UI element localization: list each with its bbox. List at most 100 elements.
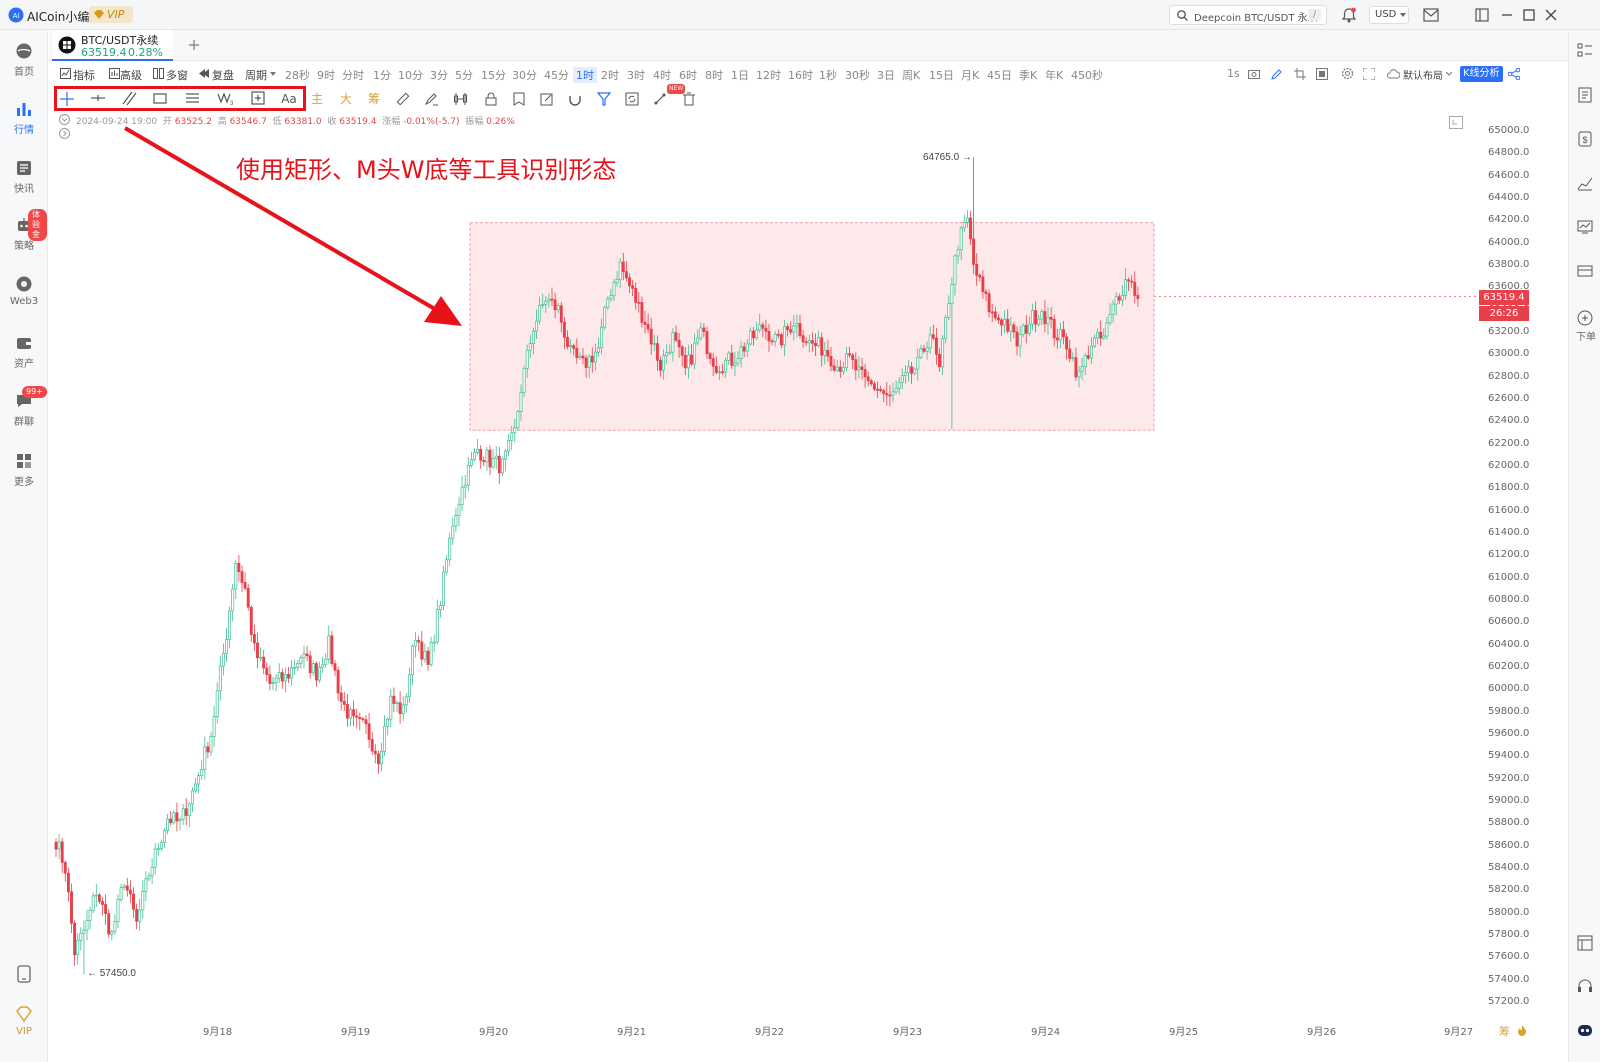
candle-up [593, 351, 597, 363]
candle-down [252, 634, 256, 644]
candle-down [97, 894, 101, 902]
candle-up [745, 343, 749, 352]
y-tick-label: 57800.0 [1488, 929, 1530, 940]
candle-up [525, 349, 529, 369]
candle-up [401, 704, 405, 714]
candle-up [231, 588, 235, 612]
candle-up [212, 716, 216, 737]
candle-up [1003, 318, 1007, 326]
candle-up [454, 515, 458, 527]
x-tick-label: 9月19 [341, 1027, 371, 1038]
candle-down [832, 365, 836, 371]
candle-up [324, 658, 328, 666]
candle-up [665, 352, 669, 357]
candle-down [1062, 329, 1065, 338]
candle-down [376, 753, 380, 765]
candle-down [249, 606, 253, 635]
depth-icon[interactable] [1577, 263, 1593, 279]
trend-icon[interactable] [1577, 175, 1593, 191]
orderbook-icon[interactable] [1577, 87, 1593, 103]
candle-up [857, 366, 861, 371]
candle-up [1077, 370, 1081, 378]
place-order-icon[interactable] [1577, 310, 1593, 326]
chip-toggle[interactable]: 筹 [1499, 1023, 1510, 1039]
candle-down [287, 674, 290, 679]
candle-down [764, 327, 768, 332]
y-tick-label: 59800.0 [1488, 705, 1530, 717]
candle-up [919, 348, 923, 358]
candle-up [1009, 324, 1013, 332]
candle-down [169, 818, 173, 824]
candle-up [138, 909, 142, 922]
candle-up [159, 842, 163, 850]
candle-down [1024, 324, 1028, 334]
candle-up [466, 465, 470, 486]
candle-down [826, 349, 830, 357]
candle-down [770, 340, 774, 343]
candle-down [355, 715, 359, 718]
candle-down [1130, 280, 1134, 283]
layout-panel-icon[interactable] [1577, 935, 1593, 951]
candle-up [163, 830, 166, 843]
candle-down [104, 904, 108, 914]
candle-down [984, 291, 988, 295]
candle-up [150, 866, 154, 877]
candle-down [643, 321, 647, 325]
candle-up [190, 790, 194, 805]
candle-down [996, 317, 1000, 321]
candle-up [504, 450, 507, 460]
y-tick-label: 57400.0 [1488, 973, 1530, 985]
candle-up [271, 682, 275, 684]
candle-up [1037, 318, 1041, 325]
y-tick-label: 64600.0 [1488, 169, 1530, 181]
candle-down [1117, 296, 1121, 301]
candle-down [1006, 318, 1010, 332]
candle-down [575, 347, 579, 358]
candle-up [587, 355, 591, 368]
candle-up [748, 330, 752, 345]
candle-up [900, 375, 904, 383]
candle-up [414, 639, 418, 647]
candle-down [872, 383, 876, 390]
candle-up [668, 351, 672, 354]
candle-down [559, 305, 563, 323]
headset-icon[interactable] [1577, 978, 1593, 994]
candle-down [1043, 311, 1047, 325]
candle-up [807, 340, 811, 344]
candle-up [717, 371, 721, 374]
candle-down [364, 719, 368, 725]
y-tick-label: 57200.0 [1488, 996, 1530, 1007]
watchlist-icon[interactable] [1577, 42, 1593, 58]
candle-up [277, 672, 281, 679]
y-tick-label: 64200.0 [1488, 214, 1530, 226]
countdown-tag: 26:26 [1479, 306, 1529, 321]
candle-up [448, 537, 452, 561]
candle-down [1068, 348, 1072, 359]
candle-up [76, 939, 80, 956]
candle-up [296, 662, 300, 668]
candle-up [429, 642, 433, 665]
candle-down [125, 885, 129, 891]
monitor-chart-icon[interactable] [1577, 219, 1593, 235]
dollar-icon[interactable]: $ [1577, 131, 1593, 147]
candle-up [897, 381, 901, 389]
candle-down [550, 298, 554, 301]
candle-down [107, 913, 111, 935]
candle-down [584, 357, 588, 368]
candle-up [144, 878, 148, 892]
liquidation-icon[interactable] [1516, 1024, 1528, 1036]
candle-down [674, 332, 678, 341]
candle-up [928, 334, 932, 349]
assistant-bot-icon[interactable] [1577, 1022, 1593, 1038]
candle-down [705, 331, 709, 355]
x-tick-label: 9月26 [1307, 1027, 1337, 1038]
candle-down [1015, 331, 1019, 347]
candle-down [1074, 357, 1078, 378]
candle-down [993, 311, 997, 319]
y-tick-label: 62000.0 [1488, 460, 1530, 471]
candle-down [624, 271, 628, 279]
candle-up [349, 709, 352, 719]
candle-down [268, 674, 272, 684]
candle-down [135, 908, 139, 922]
candle-down [860, 366, 864, 370]
